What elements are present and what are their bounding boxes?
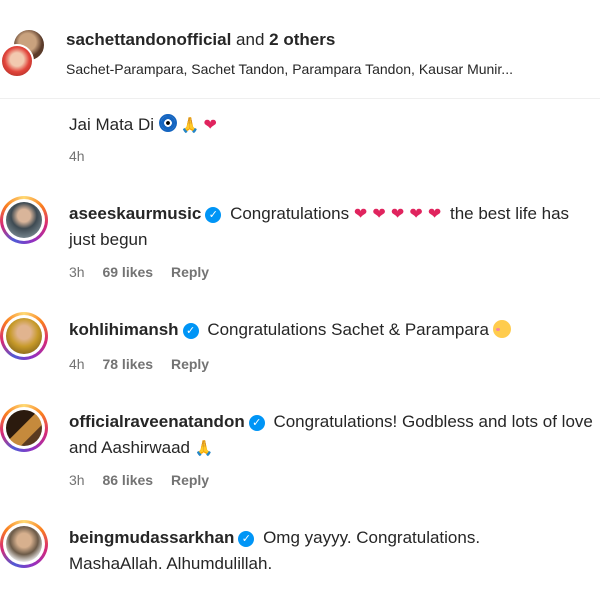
avatar-story-ring[interactable]	[0, 312, 48, 360]
comment-time[interactable]: 4h	[69, 356, 85, 372]
avatar-story-ring[interactable]	[0, 196, 48, 244]
verified-badge-icon: ✓	[248, 415, 265, 431]
comment-text: Jai Mata Di	[69, 115, 155, 134]
header-username[interactable]: sachettandonofficial	[66, 30, 231, 49]
verified-badge-icon: ✓	[238, 531, 255, 547]
reply-button[interactable]: Reply	[171, 472, 209, 488]
avatar-story-ring[interactable]	[0, 404, 48, 452]
comment-body: kohlihimansh ✓ Congratulations Sachet & P…	[69, 317, 589, 343]
avatar[interactable]	[0, 44, 34, 78]
comment-likes[interactable]: 86 likes	[102, 472, 153, 488]
avatar[interactable]	[6, 318, 42, 354]
comment-username[interactable]: aseeskaurmusic	[69, 204, 201, 223]
comment-meta: 3h 86 likes Reply	[69, 472, 223, 488]
comment-likes[interactable]: 78 likes	[102, 356, 153, 372]
comment-meta: 4h 78 likes Reply	[69, 356, 223, 372]
reply-button[interactable]: Reply	[171, 264, 209, 280]
comment-text: Congratulations Sachet & Parampara	[207, 320, 489, 339]
avatar-story-ring[interactable]	[0, 520, 48, 568]
reply-button[interactable]: Reply	[171, 356, 209, 372]
post-header: sachettandonofficial and 2 others Sachet…	[0, 0, 600, 99]
comment-text: Congratulations	[230, 204, 350, 223]
comment-username[interactable]: beingmudassarkhan	[69, 528, 234, 547]
folded-hands-icon: 🙏	[194, 439, 214, 457]
comment-body: officialraveenatandon ✓ Congratulations! …	[69, 409, 597, 461]
comment-time[interactable]: 3h	[69, 472, 85, 488]
comment-body: beingmudassarkhan ✓ Omg yayyy. Congratula…	[69, 525, 569, 577]
smiling-face-with-hearts-icon	[492, 320, 511, 338]
verified-badge-icon: ✓	[182, 323, 199, 339]
comment-text-partial: Jai Mata Di 🙏 ❤	[69, 112, 221, 138]
header-and: and	[236, 30, 265, 49]
header-subtitle: Sachet-Parampara, Sachet Tandon, Parampa…	[66, 61, 513, 77]
nazar-amulet-icon	[158, 114, 177, 132]
red-heart-icon: ❤ ❤ ❤ ❤ ❤	[353, 204, 442, 223]
collab-avatars[interactable]	[0, 28, 48, 80]
comment-likes[interactable]: 69 likes	[102, 264, 153, 280]
verified-badge-icon: ✓	[205, 207, 222, 223]
avatar[interactable]	[6, 526, 42, 562]
avatar[interactable]	[6, 202, 42, 238]
comment-time[interactable]: 4h	[69, 148, 85, 164]
folded-hands-icon: 🙏	[180, 116, 200, 134]
comment-time[interactable]: 3h	[69, 264, 85, 280]
red-heart-icon: ❤	[203, 115, 217, 134]
comment-username[interactable]: officialraveenatandon	[69, 412, 245, 431]
header-others-link[interactable]: 2 others	[269, 30, 335, 49]
comment-meta: 3h 69 likes Reply	[69, 264, 223, 280]
comment-meta: 4h	[69, 148, 99, 164]
collab-names: sachettandonofficial and 2 others	[66, 30, 335, 50]
comment-username[interactable]: kohlihimansh	[69, 320, 179, 339]
avatar[interactable]	[6, 410, 42, 446]
comment-body: aseeskaurmusic ✓ Congratulations ❤ ❤ ❤ ❤ …	[69, 201, 589, 253]
